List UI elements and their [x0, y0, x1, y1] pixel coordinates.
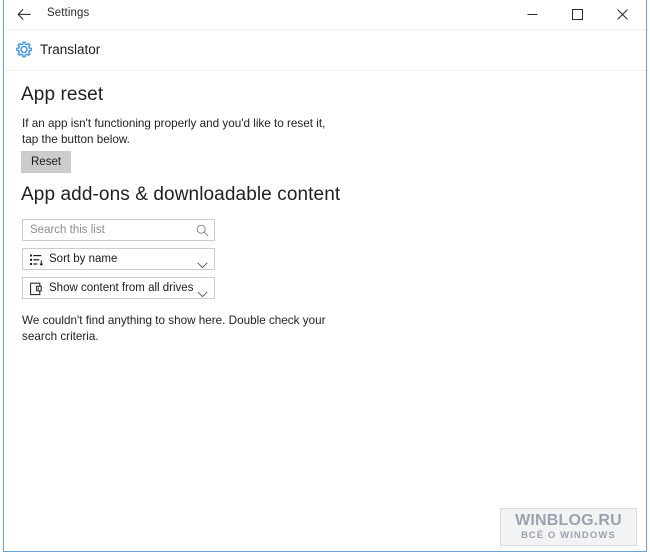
header-divider	[4, 70, 646, 71]
minimize-icon	[527, 9, 538, 20]
close-button[interactable]	[600, 0, 645, 28]
drives-dropdown[interactable]: Show content from all drives	[22, 277, 215, 299]
chevron-down-icon	[197, 285, 208, 298]
search-icon[interactable]	[196, 224, 209, 237]
settings-window: Settings Translator App reset If an app …	[3, 0, 647, 552]
maximize-button[interactable]	[555, 0, 600, 28]
sort-dropdown[interactable]: Sort by name	[22, 248, 215, 270]
app-name: Translator	[40, 42, 101, 57]
app-reset-description: If an app isn't functioning properly and…	[22, 117, 326, 146]
sort-dropdown-label: Sort by name	[49, 253, 118, 265]
back-arrow-icon	[16, 8, 32, 21]
watermark-line-1: WINBLOG.RU	[515, 512, 622, 529]
gear-icon	[13, 39, 35, 61]
chevron-down-icon	[197, 256, 208, 269]
watermark-line-2: ВСЁ О WINDOWS	[521, 530, 616, 541]
section-title-addons: App add-ons & downloadable content	[21, 184, 341, 205]
settings-content: App reset If an app isn't functioning pr…	[4, 72, 646, 551]
minimize-button[interactable]	[510, 0, 555, 28]
window-title: Settings	[47, 7, 90, 19]
back-button[interactable]	[9, 2, 39, 27]
reset-button[interactable]: Reset	[21, 151, 72, 173]
close-icon	[617, 8, 628, 20]
search-placeholder: Search this list	[30, 224, 105, 236]
section-title-app-reset: App reset	[21, 84, 104, 105]
sort-list-icon	[30, 253, 44, 267]
drives-dropdown-label: Show content from all drives	[49, 282, 194, 294]
drive-icon	[30, 282, 44, 296]
watermark: WINBLOG.RU ВСЁ О WINDOWS	[500, 508, 637, 546]
empty-results-message: We couldn't find anything to show here. …	[22, 314, 326, 343]
app-header: Translator	[4, 36, 646, 68]
search-input[interactable]: Search this list	[22, 219, 215, 241]
maximize-icon	[572, 8, 583, 20]
title-bar: Settings	[4, 0, 646, 30]
